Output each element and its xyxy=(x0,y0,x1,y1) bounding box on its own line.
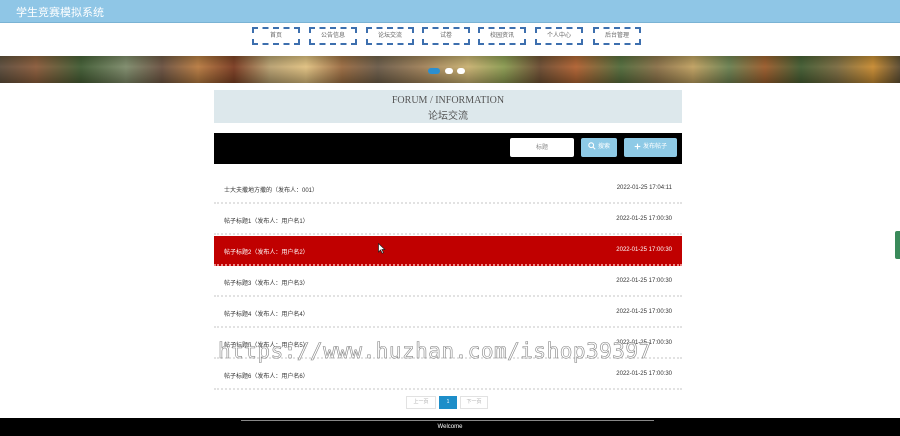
post-button[interactable]: 发布帖子 xyxy=(624,138,677,157)
post-time: 2022-01-25 17:00:30 xyxy=(616,309,672,315)
nav-item-profile[interactable]: 个人中心 xyxy=(535,27,583,45)
post-row[interactable]: 帖子标题4（发布人：用户名4） 2022-01-25 17:00:30 xyxy=(214,298,682,328)
mouse-cursor-icon xyxy=(378,243,386,254)
carousel-dot-1[interactable] xyxy=(428,68,440,74)
post-row[interactable]: 帖子标题1（发布人：用户名1） 2022-01-25 17:00:30 xyxy=(214,205,682,235)
carousel-dot-2[interactable] xyxy=(445,68,453,74)
section-header: FORUM / INFORMATION 论坛交流 xyxy=(214,90,682,123)
site-title: 学生竞赛模拟系统 xyxy=(16,7,104,19)
plus-icon xyxy=(634,143,641,150)
search-button[interactable]: 搜索 xyxy=(581,138,617,157)
post-title: 帖子标题6（发布人：用户名6） xyxy=(224,374,309,380)
post-title: 帖子标题4（发布人：用户名4） xyxy=(224,312,309,318)
search-icon xyxy=(588,142,596,150)
post-time: 2022-01-25 17:00:30 xyxy=(616,247,672,253)
footer: Welcome xyxy=(0,418,900,436)
post-time: 2022-01-25 17:00:30 xyxy=(616,340,672,346)
post-title: 帖子标题1（发布人：用户名1） xyxy=(224,219,309,225)
post-time: 2022-01-25 17:00:30 xyxy=(616,278,672,284)
side-float-tab[interactable] xyxy=(895,231,900,259)
page-number-current[interactable]: 1 xyxy=(439,396,457,409)
post-row[interactable]: 帖子标题6（发布人：用户名6） 2022-01-25 17:00:30 xyxy=(214,360,682,390)
nav-item-admin[interactable]: 后台管理 xyxy=(593,27,641,45)
footer-text: Welcome xyxy=(437,424,463,430)
nav-item-home[interactable]: 首页 xyxy=(252,27,300,45)
search-input[interactable] xyxy=(510,138,574,157)
post-row-highlighted[interactable]: 帖子标题2（发布人：用户名2） 2022-01-25 17:00:30 xyxy=(214,236,682,266)
post-title: 帖子标题5（发布人：用户名5） xyxy=(224,343,309,349)
footer-divider xyxy=(241,420,654,421)
post-time: 2022-01-25 17:04:11 xyxy=(616,185,672,191)
search-button-label: 搜索 xyxy=(597,144,610,150)
section-title-cn: 论坛交流 xyxy=(428,111,468,122)
post-row[interactable]: 帖子标题5（发布人：用户名5） 2022-01-25 17:00:30 xyxy=(214,329,682,359)
post-time: 2022-01-25 17:00:30 xyxy=(616,216,672,222)
post-button-label: 发布帖子 xyxy=(642,144,667,150)
prev-page-button[interactable]: 上一页 xyxy=(406,396,436,409)
nav-item-exam[interactable]: 试卷 xyxy=(422,27,470,45)
main-nav: 首页 公告信息 论坛交流 试卷 校园资讯 个人中心 后台管理 xyxy=(0,23,900,56)
post-row[interactable]: 士大夫撒地方撒的（发布人：001） 2022-01-25 17:04:11 xyxy=(214,174,682,204)
nav-item-announcements[interactable]: 公告信息 xyxy=(309,27,357,45)
carousel-dot-3[interactable] xyxy=(457,68,465,74)
search-bar: 搜索 发布帖子 xyxy=(214,133,682,164)
nav-item-campus-news[interactable]: 校园资讯 xyxy=(478,27,526,45)
nav-item-forum[interactable]: 论坛交流 xyxy=(366,27,414,45)
post-time: 2022-01-25 17:00:30 xyxy=(616,371,672,377)
post-title: 士大夫撒地方撒的（发布人：001） xyxy=(224,188,319,194)
section-title-en: FORUM / INFORMATION xyxy=(391,95,505,106)
post-title: 帖子标题3（发布人：用户名3） xyxy=(224,281,309,287)
next-page-button[interactable]: 下一页 xyxy=(460,396,488,409)
post-title: 帖子标题2（发布人：用户名2） xyxy=(224,250,309,256)
post-row[interactable]: 帖子标题3（发布人：用户名3） 2022-01-25 17:00:30 xyxy=(214,267,682,297)
top-header-bar: 学生竞赛模拟系统 xyxy=(0,0,900,23)
